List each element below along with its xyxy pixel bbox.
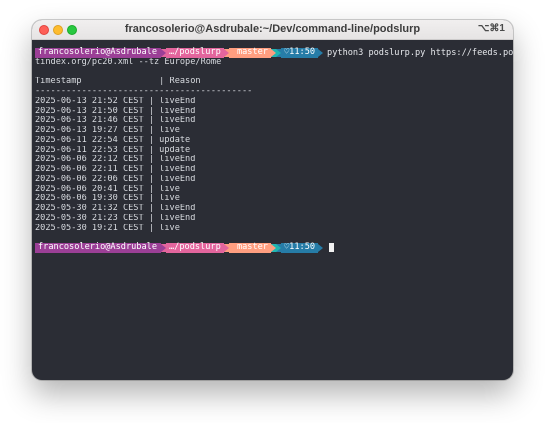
output-row: 2025-06-13 21:50 CEST | liveEnd <box>35 106 196 116</box>
text-cursor <box>329 243 335 253</box>
title-bar[interactable]: francosolerio@Asdrubale:~/Dev/command-li… <box>32 20 513 40</box>
prompt-time: ♡11:50 <box>280 47 319 58</box>
prompt-time-value: 11:50 <box>289 47 316 57</box>
prompt-user: francosolerio@Asdrubale <box>35 47 161 58</box>
window-title: francosolerio@Asdrubale:~/Dev/command-li… <box>124 23 421 35</box>
output-row: 2025-06-06 22:12 CEST | liveEnd <box>35 155 196 165</box>
output-row: 2025-06-13 21:52 CEST | liveEnd <box>35 96 196 106</box>
output-row: 2025-06-11 22:54 CEST | update <box>35 135 191 145</box>
prompt-separator <box>318 243 324 252</box>
shell-prompt-active: francosolerio@Asdrubale …/podslurp maste… <box>35 242 511 253</box>
output-row: 2025-05-30 21:32 CEST | liveEnd <box>35 204 196 213</box>
output-row: 2025-06-06 19:30 CEST | live <box>35 194 180 204</box>
output-row: 2025-05-30 19:21 CEST | live <box>35 223 180 233</box>
prompt-time-value: 11:50 <box>289 242 316 252</box>
terminal-window: francosolerio@Asdrubale:~/Dev/command-li… <box>32 20 513 380</box>
command-continuation: tindex.org/pc20.xml --tz Europe/Rome <box>35 57 222 67</box>
prompt-time: ♡11:50 <box>280 242 319 253</box>
prompt-branch: master <box>236 242 268 252</box>
output-row: 2025-06-06 20:41 CEST | live <box>35 184 180 194</box>
output-rows: 2025-06-13 21:52 CEST | liveEnd 2025-06-1… <box>35 97 511 234</box>
output-row: 2025-06-13 21:46 CEST | liveEnd <box>35 116 196 126</box>
prompt-git: master <box>228 47 271 58</box>
prompt-path: …/podslurp <box>166 47 224 58</box>
output-row: 2025-06-06 22:06 CEST | liveEnd <box>35 174 196 184</box>
terminal-content[interactable]: francosolerio@Asdrubale …/podslurp maste… <box>35 47 513 253</box>
shell-prompt: francosolerio@Asdrubale …/podslurp maste… <box>35 47 513 58</box>
output-row: 2025-05-30 21:23 CEST | liveEnd <box>35 213 196 223</box>
output-separator: ----------------------------------------… <box>35 87 253 96</box>
output-row: 2025-06-06 22:11 CEST | liveEnd <box>35 165 196 174</box>
prompt-user: francosolerio@Asdrubale <box>35 242 161 253</box>
window-shortcut: ⌥⌘1 <box>477 23 505 34</box>
output-header: Timestamp | Reason <box>35 77 201 87</box>
prompt-git: master <box>228 242 271 253</box>
output-row: 2025-06-11 22:53 CEST | update <box>35 145 191 155</box>
prompt-path: …/podslurp <box>166 242 224 253</box>
output-row: 2025-06-13 19:27 CEST | live <box>35 126 180 135</box>
command-text: python3 podslurp.py https://feeds.podcas <box>327 47 513 58</box>
prompt-branch: master <box>236 47 268 57</box>
